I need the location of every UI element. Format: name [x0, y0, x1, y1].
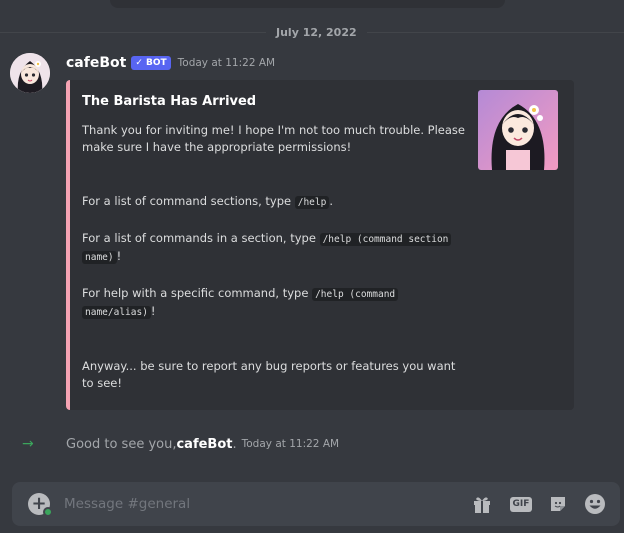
- join-message: → Good to see you, cafeBot. Today at 11:…: [22, 436, 339, 452]
- help-alias-code-b: name/alias): [82, 306, 151, 319]
- emoji-icon: [585, 494, 605, 514]
- line2-prefix: For a list of commands in a section, typ…: [82, 231, 320, 245]
- thumbnail-image: [478, 90, 558, 170]
- help-section-code-b: name): [82, 251, 117, 264]
- help-alias-code-a: /help (command: [312, 288, 399, 301]
- avatar-image: [10, 53, 50, 93]
- sticker-icon: [551, 497, 565, 511]
- gift-icon: [474, 497, 490, 513]
- bot-badge: ✓ BOT: [131, 56, 171, 70]
- embed-intro: Thank you for inviting me! I hope I'm no…: [82, 123, 465, 154]
- help-section-code-a: /help (command section: [319, 233, 452, 246]
- previous-message-card: [110, 0, 505, 8]
- line2-suffix: !: [116, 249, 122, 263]
- embed-line-specific: For help with a specific command, type /…: [82, 285, 482, 321]
- embed-line-sections: For a list of command sections, type /he…: [82, 193, 482, 211]
- message-timestamp[interactable]: Today at 11:22 AM: [178, 57, 275, 69]
- message-header: cafeBot ✓ BOT Today at 11:22 AM: [66, 55, 275, 71]
- gif-button[interactable]: GIF: [508, 493, 534, 515]
- line3-suffix: !: [150, 304, 156, 318]
- avatar[interactable]: [10, 53, 50, 93]
- join-timestamp[interactable]: Today at 11:22 AM: [242, 438, 339, 450]
- sticker-button[interactable]: [546, 493, 570, 515]
- gift-button[interactable]: [470, 493, 494, 515]
- date-divider-label: July 12, 2022: [266, 26, 367, 39]
- message-composer: + GIF: [12, 482, 620, 526]
- join-username[interactable]: cafeBot: [176, 437, 232, 452]
- join-arrow-icon: →: [22, 436, 34, 452]
- line1-suffix: .: [329, 194, 333, 208]
- username[interactable]: cafeBot: [66, 55, 126, 71]
- help-command-code: /help: [294, 196, 330, 209]
- gif-icon: GIF: [509, 496, 533, 512]
- join-suffix: .: [232, 436, 237, 452]
- emoji-button[interactable]: [583, 493, 607, 515]
- embed-card: The Barista Has Arrived Thank you for in…: [66, 80, 574, 410]
- join-prefix: Good to see you,: [66, 436, 177, 452]
- embed-line-commands: For a list of commands in a section, typ…: [82, 230, 482, 266]
- line3-prefix: For help with a specific command, type: [82, 286, 313, 300]
- upload-status-dot: [43, 507, 53, 517]
- embed-title: The Barista Has Arrived: [82, 94, 257, 109]
- line1-prefix: For a list of command sections, type: [82, 194, 295, 208]
- message-input[interactable]: [64, 494, 444, 514]
- embed-thumbnail[interactable]: [478, 90, 558, 170]
- embed-outro: Anyway... be sure to report any bug repo…: [82, 359, 456, 390]
